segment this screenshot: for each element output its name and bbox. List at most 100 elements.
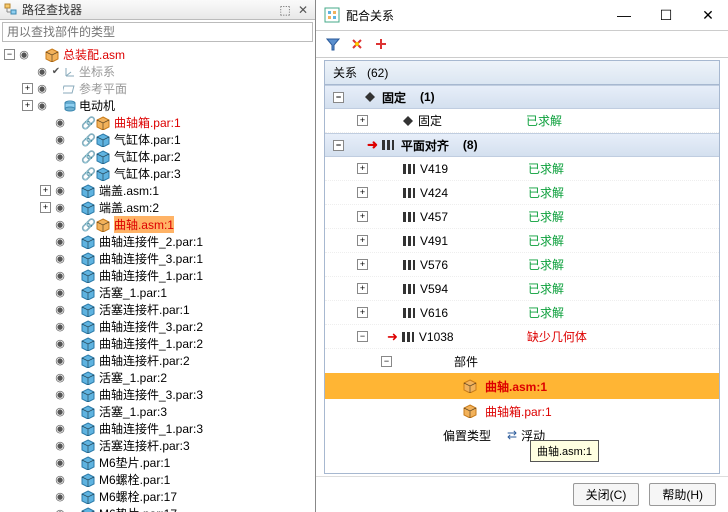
toggle-icon[interactable]: + <box>40 202 51 213</box>
relation-group-header[interactable]: − 固定 (1) <box>325 85 719 109</box>
visibility-icon[interactable]: ◉ <box>53 303 67 316</box>
toggle-icon[interactable]: + <box>357 187 368 198</box>
relation-item[interactable]: + V576 已求解 <box>325 253 719 277</box>
tree-row[interactable]: +◉端盖.asm:2 <box>4 199 311 216</box>
toggle-icon[interactable]: − <box>357 331 368 342</box>
toggle-icon[interactable]: − <box>381 356 392 367</box>
tree-row[interactable]: ◉M6垫片.par:1 <box>4 454 311 471</box>
close-icon[interactable]: ✕ <box>295 2 311 18</box>
tree-row[interactable]: ◉🔗气缸体.par:2 <box>4 148 311 165</box>
toggle-icon[interactable]: + <box>22 100 33 111</box>
tree-row[interactable]: ◉曲轴连接件_1.par:3 <box>4 420 311 437</box>
visibility-icon[interactable]: ◉ <box>53 354 67 367</box>
visibility-icon[interactable]: ◉ <box>17 48 31 61</box>
visibility-icon[interactable]: ◉ <box>35 99 49 112</box>
tree-row[interactable]: ◉🔗曲轴.asm:1 <box>4 216 311 233</box>
visibility-icon[interactable]: ◉ <box>53 235 67 248</box>
search-input[interactable] <box>2 22 313 42</box>
visibility-icon[interactable]: ◉ <box>53 286 67 299</box>
add-icon[interactable] <box>372 35 390 53</box>
tree-row[interactable]: ◉M6螺栓.par:1 <box>4 471 311 488</box>
tree-row[interactable]: ◉曲轴连接件_1.par:2 <box>4 335 311 352</box>
tree-row[interactable]: ◉M6螺栓.par:17 <box>4 488 311 505</box>
visibility-icon[interactable]: ◉ <box>53 320 67 333</box>
parts-subheader[interactable]: −部件 <box>325 349 719 373</box>
visibility-icon[interactable]: ◉ <box>35 82 49 95</box>
visibility-icon[interactable]: ◉ <box>53 473 67 486</box>
tree-row[interactable]: +◉端盖.asm:1 <box>4 182 311 199</box>
close-button-footer[interactable]: 关闭(C) <box>573 483 640 506</box>
relations-header[interactable]: 关系 (62) <box>325 61 719 85</box>
tree-row[interactable]: ◉曲轴连接件_3.par:2 <box>4 318 311 335</box>
tree-row[interactable]: ◉活塞_1.par:2 <box>4 369 311 386</box>
visibility-icon[interactable]: ◉ <box>53 252 67 265</box>
toggle-icon[interactable]: + <box>357 163 368 174</box>
tree-row[interactable]: ◉曲轴连接件_3.par:3 <box>4 386 311 403</box>
tree-row[interactable]: ◉✔坐标系 <box>4 63 311 80</box>
visibility-icon[interactable]: ◉ <box>53 456 67 469</box>
assembly-tree[interactable]: −◉总装配.asm◉✔坐标系+◉参考平面+◉电动机◉🔗曲轴箱.par:1◉🔗气缸… <box>0 44 315 512</box>
tree-row[interactable]: ◉曲轴连接件_1.par:1 <box>4 267 311 284</box>
visibility-icon[interactable]: ◉ <box>53 405 67 418</box>
toggle-icon[interactable]: + <box>40 185 51 196</box>
visibility-icon[interactable]: ◉ <box>53 133 67 146</box>
toggle-icon[interactable]: + <box>357 211 368 222</box>
maximize-button[interactable]: ☐ <box>654 7 678 24</box>
relation-item[interactable]: + V491 已求解 <box>325 229 719 253</box>
visibility-icon[interactable]: ◉ <box>53 184 67 197</box>
filter-icon[interactable] <box>324 35 342 53</box>
relation-group-header[interactable]: − ➜ 平面对齐 (8) <box>325 133 719 157</box>
visibility-icon[interactable]: ◉ <box>53 116 67 129</box>
close-button[interactable]: ✕ <box>696 7 720 24</box>
part-ref-row[interactable]: 曲轴箱.par:1 <box>325 399 719 423</box>
help-button[interactable]: 帮助(H) <box>649 483 716 506</box>
tree-row[interactable]: ◉活塞连接杆.par:1 <box>4 301 311 318</box>
part-ref-row[interactable]: 曲轴.asm:1 <box>325 373 719 399</box>
tree-row[interactable]: ◉曲轴连接杆.par:2 <box>4 352 311 369</box>
pin-icon[interactable]: ⬚ <box>277 2 293 18</box>
relation-item[interactable]: + V424 已求解 <box>325 181 719 205</box>
relation-item[interactable]: + V616 已求解 <box>325 301 719 325</box>
tree-row[interactable]: +◉参考平面 <box>4 80 311 97</box>
tree-row[interactable]: ◉活塞_1.par:3 <box>4 403 311 420</box>
toggle-icon[interactable]: + <box>357 235 368 246</box>
visibility-icon[interactable]: ◉ <box>53 167 67 180</box>
visibility-icon[interactable]: ◉ <box>53 439 67 452</box>
visibility-icon[interactable]: ◉ <box>53 150 67 163</box>
tree-row[interactable]: −◉总装配.asm <box>4 46 311 63</box>
toggle-icon[interactable]: + <box>357 307 368 318</box>
toggle-icon[interactable]: − <box>4 49 15 60</box>
visibility-icon[interactable]: ◉ <box>53 388 67 401</box>
relation-item[interactable]: + 固定 已求解 <box>325 109 719 133</box>
spark-icon[interactable] <box>348 35 366 53</box>
visibility-icon[interactable]: ◉ <box>53 507 67 512</box>
visibility-icon[interactable]: ◉ <box>53 201 67 214</box>
minimize-button[interactable]: — <box>612 7 636 24</box>
tree-row[interactable]: ◉曲轴连接件_2.par:1 <box>4 233 311 250</box>
tree-row[interactable]: ◉🔗气缸体.par:3 <box>4 165 311 182</box>
toggle-icon[interactable]: + <box>357 115 368 126</box>
toggle-icon[interactable]: − <box>333 92 344 103</box>
relation-item[interactable]: − ➜ V1038 缺少几何体 <box>325 325 719 349</box>
visibility-icon[interactable]: ◉ <box>35 65 49 78</box>
toggle-icon[interactable]: − <box>333 140 344 151</box>
tree-row[interactable]: ◉🔗曲轴箱.par:1 <box>4 114 311 131</box>
toggle-icon[interactable]: + <box>357 283 368 294</box>
relation-item[interactable]: + V419 已求解 <box>325 157 719 181</box>
tree-row[interactable]: ◉活塞_1.par:1 <box>4 284 311 301</box>
visibility-icon[interactable]: ◉ <box>53 490 67 503</box>
tree-row[interactable]: +◉电动机 <box>4 97 311 114</box>
toggle-icon[interactable]: + <box>22 83 33 94</box>
visibility-icon[interactable]: ◉ <box>53 218 67 231</box>
visibility-icon[interactable]: ◉ <box>53 371 67 384</box>
relation-item[interactable]: + V457 已求解 <box>325 205 719 229</box>
visibility-icon[interactable]: ◉ <box>53 269 67 282</box>
visibility-icon[interactable]: ◉ <box>53 422 67 435</box>
relation-item[interactable]: + V594 已求解 <box>325 277 719 301</box>
tree-row[interactable]: ◉活塞连接杆.par:3 <box>4 437 311 454</box>
tree-row[interactable]: ◉曲轴连接件_3.par:1 <box>4 250 311 267</box>
visibility-icon[interactable]: ◉ <box>53 337 67 350</box>
toggle-icon[interactable]: + <box>357 259 368 270</box>
tree-row[interactable]: ◉M6垫片.par:17 <box>4 505 311 512</box>
tree-row[interactable]: ◉🔗气缸体.par:1 <box>4 131 311 148</box>
